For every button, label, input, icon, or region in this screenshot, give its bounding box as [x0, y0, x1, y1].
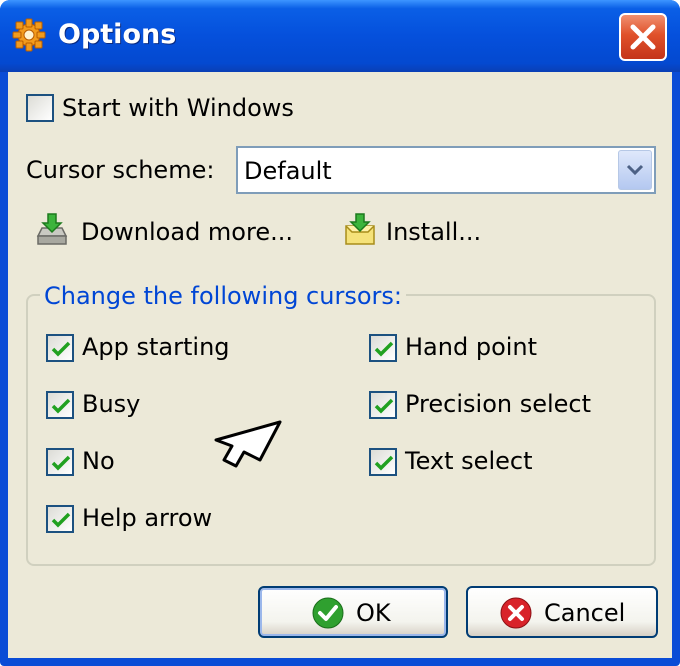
- install-icon: [345, 213, 375, 245]
- cancel-icon: [500, 597, 532, 629]
- precision-select-checkbox[interactable]: [369, 391, 397, 419]
- hand-point-checkbox[interactable]: [369, 334, 397, 362]
- help-arrow-checkbox[interactable]: [46, 505, 74, 533]
- dialog-body: Start with Windows Cursor scheme: Defaul…: [8, 72, 672, 658]
- check-icon: [51, 455, 71, 471]
- check-icon: [51, 398, 71, 414]
- cursor-scheme-value: Default: [244, 157, 332, 185]
- check-icon: [374, 341, 394, 357]
- busy-label: Busy: [82, 390, 141, 418]
- gear-icon: [12, 18, 46, 52]
- text-select-checkbox[interactable]: [369, 448, 397, 476]
- install-link[interactable]: Install...: [386, 218, 481, 246]
- app-starting-checkbox[interactable]: [46, 334, 74, 362]
- dropdown-button[interactable]: [618, 150, 652, 190]
- cursor-scheme-select[interactable]: Default: [236, 146, 656, 194]
- title-bar[interactable]: Options: [0, 0, 680, 72]
- chevron-down-icon: [626, 164, 644, 176]
- ok-button[interactable]: OK: [258, 586, 448, 638]
- ok-label: OK: [356, 599, 391, 627]
- cancel-button[interactable]: Cancel: [466, 586, 658, 638]
- cursor-scheme-label: Cursor scheme:: [26, 156, 215, 184]
- no-checkbox[interactable]: [46, 448, 74, 476]
- precision-select-label: Precision select: [405, 390, 592, 418]
- options-window: Options Start with Windows Cursor scheme…: [0, 0, 680, 666]
- check-icon: [51, 341, 71, 357]
- close-icon: [630, 24, 656, 50]
- check-icon: [374, 398, 394, 414]
- check-icon: [51, 512, 71, 528]
- help-arrow-label: Help arrow: [82, 504, 213, 532]
- arrow-cursor-icon: [214, 420, 282, 468]
- text-select-label: Text select: [405, 447, 533, 475]
- download-icon: [36, 213, 68, 245]
- download-more-link[interactable]: Download more...: [81, 218, 293, 246]
- start-with-windows-checkbox[interactable]: [26, 94, 54, 122]
- no-label: No: [82, 447, 115, 475]
- hand-point-label: Hand point: [405, 333, 538, 361]
- window-title: Options: [58, 19, 177, 50]
- busy-checkbox[interactable]: [46, 391, 74, 419]
- close-button[interactable]: [619, 13, 667, 61]
- check-icon: [374, 455, 394, 471]
- start-with-windows-label: Start with Windows: [62, 94, 294, 122]
- app-starting-label: App starting: [82, 333, 230, 361]
- ok-icon: [312, 597, 344, 629]
- cancel-label: Cancel: [544, 599, 626, 627]
- cursors-group-label: Change the following cursors:: [40, 282, 406, 310]
